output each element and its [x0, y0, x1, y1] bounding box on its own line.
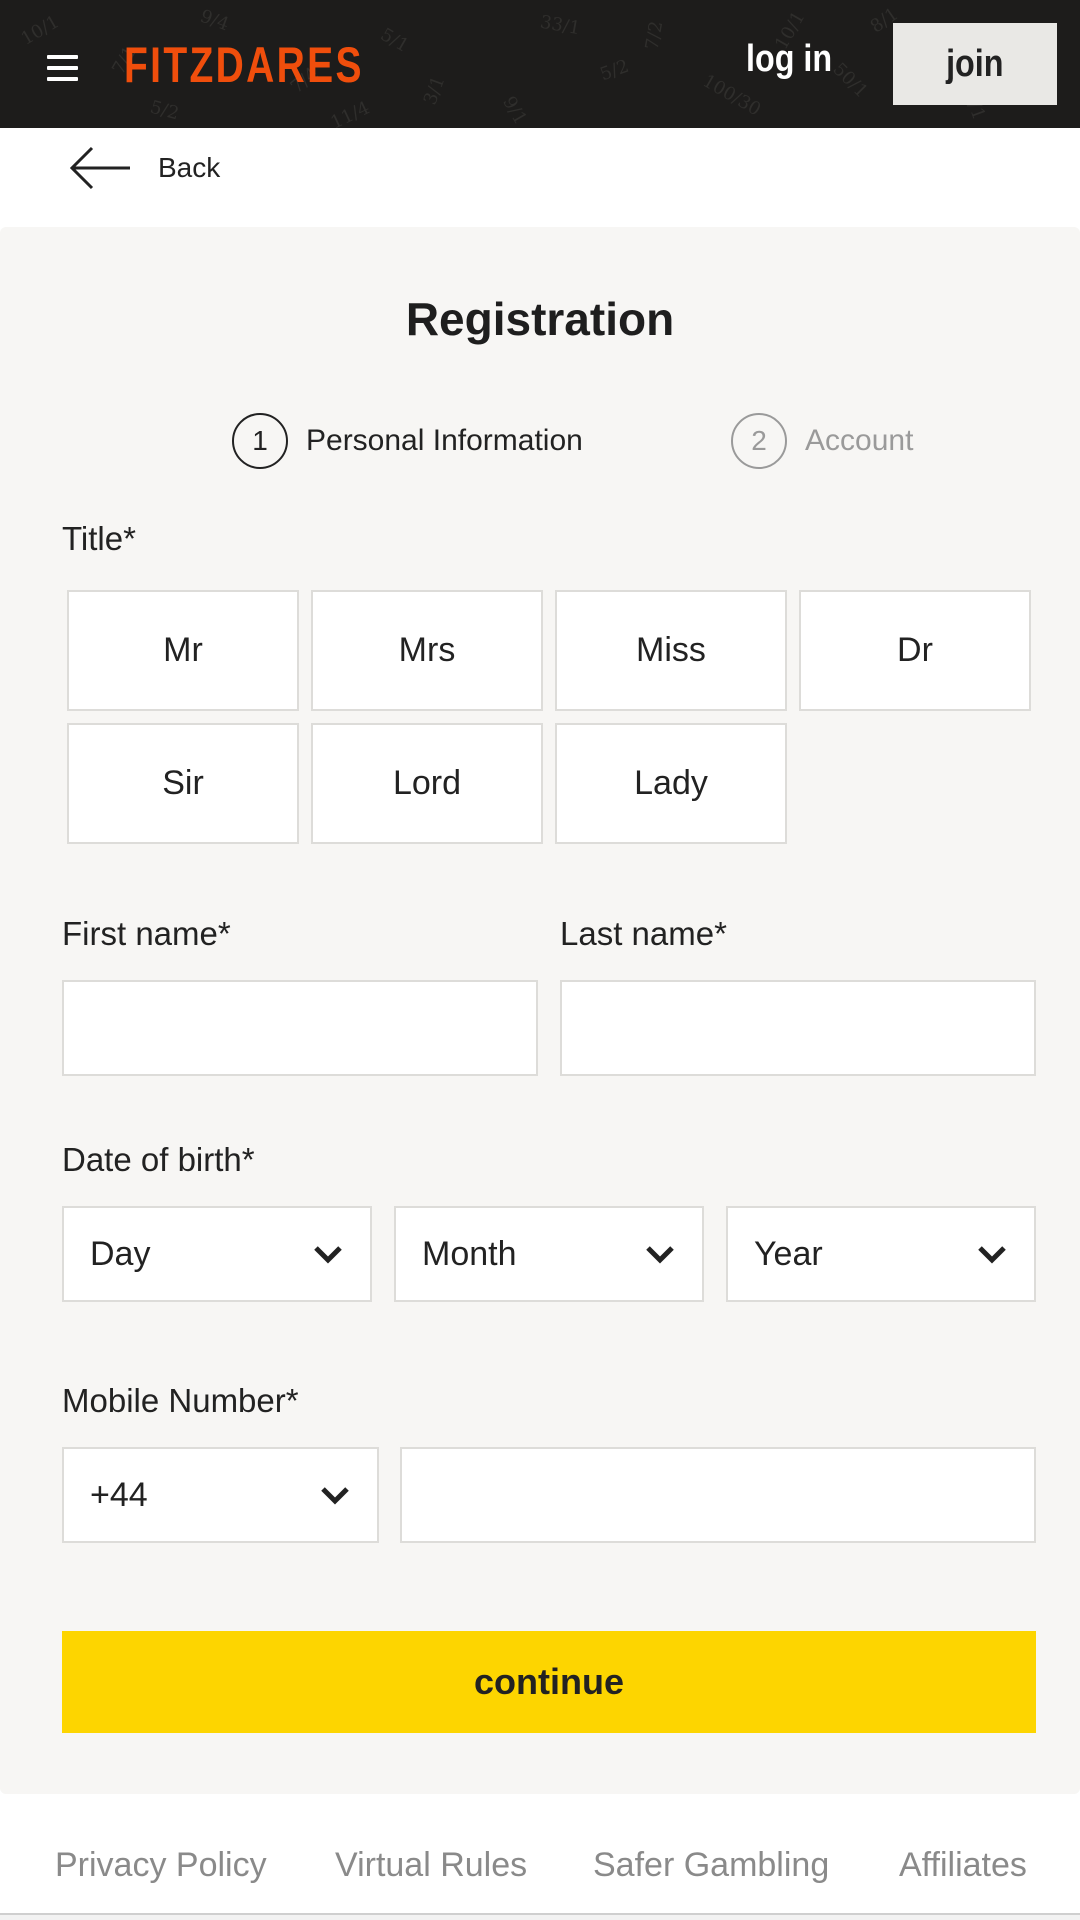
odds-pattern-text: 3/1 — [419, 73, 450, 108]
last-name-label: Last name* — [560, 915, 727, 952]
footer-link-virtual-rules[interactable]: Virtual Rules — [335, 1846, 527, 1885]
mobile-number-input[interactable] — [400, 1447, 1036, 1543]
first-name-label: First name* — [62, 915, 231, 952]
odds-pattern-text: 7/2 — [641, 19, 668, 52]
last-name-input[interactable] — [560, 980, 1036, 1076]
step-account: 2 Account — [731, 413, 913, 469]
footer-bottom-strip — [0, 1915, 1080, 1920]
dob-month-value: Month — [422, 1234, 517, 1273]
step-label: Account — [805, 424, 914, 457]
date-of-birth-label: Date of birth* — [62, 1141, 255, 1178]
country-code-value: +44 — [90, 1475, 148, 1514]
odds-pattern-text: 9/4 — [197, 5, 232, 36]
odds-pattern-text: 11/4 — [327, 97, 373, 128]
login-link[interactable]: log in — [746, 38, 832, 81]
title-label: Title* — [62, 520, 136, 557]
title-option-lord[interactable]: Lord — [311, 723, 543, 844]
back-label: Back — [158, 152, 221, 183]
footer-link-affiliates[interactable]: Affiliates — [899, 1846, 1027, 1885]
title-option-miss[interactable]: Miss — [555, 590, 787, 711]
odds-pattern-text: 9/1 — [498, 92, 531, 128]
chevron-down-icon — [646, 1246, 674, 1264]
odds-pattern-text: 5/2 — [147, 96, 182, 125]
dob-year-value: Year — [754, 1234, 823, 1273]
title-option-mrs[interactable]: Mrs — [311, 590, 543, 711]
continue-button[interactable]: continue — [62, 1631, 1036, 1733]
step-number-circle: 2 — [731, 413, 787, 469]
footer-links: Privacy Policy Virtual Rules Safer Gambl… — [0, 1846, 1080, 1896]
dob-day-select[interactable]: Day — [62, 1206, 372, 1302]
arrow-left-icon — [69, 146, 130, 190]
join-button-label: join — [946, 42, 1004, 85]
join-button[interactable]: join — [893, 23, 1057, 105]
step-label: Personal Information — [306, 424, 583, 457]
title-option-dr[interactable]: Dr — [799, 590, 1031, 711]
dob-year-select[interactable]: Year — [726, 1206, 1036, 1302]
dob-month-select[interactable]: Month — [394, 1206, 704, 1302]
footer-link-privacy-policy[interactable]: Privacy Policy — [55, 1846, 267, 1885]
chevron-down-icon — [314, 1246, 342, 1264]
hamburger-menu-icon[interactable] — [47, 55, 78, 81]
odds-pattern-text: 50/1 — [828, 58, 872, 103]
site-header: 10/1 7/1 9/4 7/4 5/1 3/1 33/1 5/2 7/2 100/30 10/1 5… — [0, 0, 1080, 128]
step-personal-information: 1 Personal Information — [232, 413, 583, 469]
odds-pattern-text: 5/2 — [597, 55, 632, 86]
title-option-lady[interactable]: Lady — [555, 723, 787, 844]
mobile-number-label: Mobile Number* — [62, 1382, 299, 1419]
odds-pattern-text: 5/1 — [376, 24, 413, 57]
odds-pattern-text: 33/1 — [538, 11, 582, 40]
footer-link-safer-gambling[interactable]: Safer Gambling — [593, 1846, 829, 1885]
chevron-down-icon — [978, 1246, 1006, 1264]
first-name-input[interactable] — [62, 980, 538, 1076]
page-title: Registration — [405, 293, 675, 345]
brand-logo[interactable]: FITZDARES — [124, 36, 364, 94]
odds-pattern-text: 10/1 — [17, 11, 63, 50]
dob-day-value: Day — [90, 1234, 151, 1273]
back-link[interactable]: Back — [68, 140, 220, 196]
country-code-select[interactable]: +44 — [62, 1447, 379, 1543]
chevron-down-icon — [321, 1487, 349, 1505]
title-option-sir[interactable]: Sir — [67, 723, 299, 844]
step-number-circle: 1 — [232, 413, 288, 469]
title-option-mr[interactable]: Mr — [67, 590, 299, 711]
